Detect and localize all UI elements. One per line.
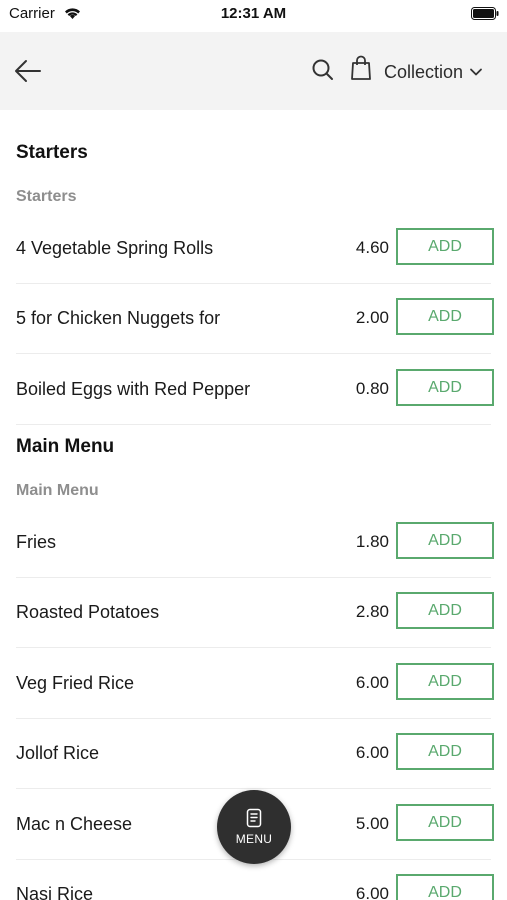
item-price: 5.00: [355, 814, 389, 833]
item-name: Jollof Rice: [16, 743, 100, 763]
menu-fab-label: MENU: [235, 832, 273, 846]
item-name: Boiled Eggs with Red Pepper: [16, 379, 251, 399]
add-button[interactable]: ADD: [396, 663, 494, 700]
menu-item: 5 for Chicken Nuggets for 2.00 ADD: [0, 284, 507, 354]
item-price: 2.80: [355, 602, 389, 621]
menu-item: 4 Vegetable Spring Rolls 4.60 ADD: [0, 214, 507, 284]
item-price: 1.80: [355, 532, 389, 551]
menu-item: Boiled Eggs with Red Pepper 0.80 ADD: [0, 355, 507, 425]
menu-item: Fries 1.80 ADD: [0, 508, 507, 578]
divider: [16, 647, 491, 648]
item-price: 2.00: [355, 308, 389, 327]
divider: [16, 788, 491, 789]
item-name: 5 for Chicken Nuggets for: [16, 308, 221, 328]
item-name: Veg Fried Rice: [16, 673, 135, 693]
item-price: 6.00: [355, 673, 389, 692]
item-price: 0.80: [355, 379, 389, 398]
divider: [16, 353, 491, 354]
menu-card-icon: [246, 808, 262, 828]
item-price: 4.60: [355, 238, 389, 257]
add-button[interactable]: ADD: [396, 369, 494, 406]
item-name: 4 Vegetable Spring Rolls: [16, 238, 214, 258]
add-button[interactable]: ADD: [396, 733, 494, 770]
item-price: 6.00: [355, 743, 389, 762]
add-button[interactable]: ADD: [396, 228, 494, 265]
item-name: Nasi Rice: [16, 884, 94, 900]
top-navigation-bar: Collection: [0, 32, 507, 110]
search-button[interactable]: [310, 57, 336, 83]
menu-item: Nasi Rice 6.00 ADD: [0, 860, 507, 900]
menu-item: Jollof Rice 6.00 ADD: [0, 719, 507, 789]
add-button[interactable]: ADD: [396, 874, 494, 900]
shopping-bag-icon[interactable]: [350, 55, 372, 81]
section-title-main-menu: Main Menu: [16, 436, 115, 457]
section-subtitle-main-menu: Main Menu: [16, 482, 99, 499]
add-button[interactable]: ADD: [396, 592, 494, 629]
add-button[interactable]: ADD: [396, 804, 494, 841]
collection-label: Collection: [384, 61, 464, 82]
item-price: 6.00: [355, 884, 389, 900]
menu-fab-button[interactable]: MENU: [217, 790, 291, 864]
section-title-starters: Starters: [16, 142, 88, 163]
item-name: Roasted Potatoes: [16, 602, 160, 622]
divider: [16, 424, 491, 425]
menu-item: Veg Fried Rice 6.00 ADD: [0, 649, 507, 719]
status-bar: Carrier 12:31 AM: [0, 0, 507, 32]
item-name: Fries: [16, 532, 56, 552]
item-name: Mac n Cheese: [16, 814, 133, 834]
battery-icon: [471, 7, 499, 20]
section-subtitle-starters: Starters: [16, 188, 77, 205]
back-button[interactable]: [12, 56, 44, 86]
status-time: 12:31 AM: [220, 5, 287, 22]
menu-item: Roasted Potatoes 2.80 ADD: [0, 578, 507, 648]
add-button[interactable]: ADD: [396, 298, 494, 335]
chevron-down-icon: [470, 68, 482, 76]
arrow-left-icon: [15, 60, 41, 82]
menu-list: Starters Starters 4 Vegetable Spring Rol…: [0, 110, 507, 900]
collection-dropdown[interactable]: Collection: [384, 60, 483, 84]
search-icon: [312, 59, 333, 80]
add-button[interactable]: ADD: [396, 522, 494, 559]
